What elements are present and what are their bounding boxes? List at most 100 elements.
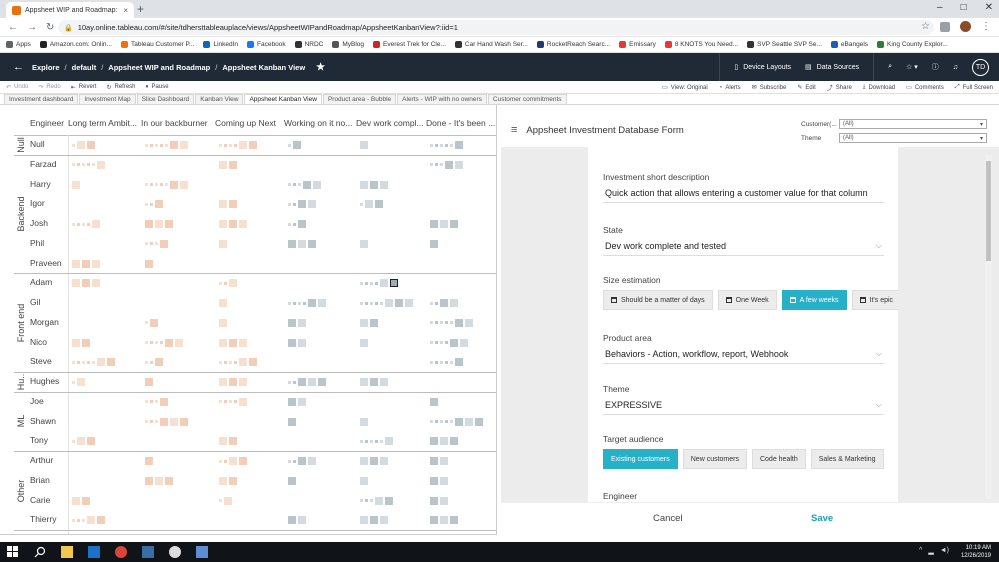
task-mark[interactable] <box>440 321 443 325</box>
task-mark[interactable] <box>87 141 95 149</box>
engineer-name[interactable]: Praveen <box>30 258 62 268</box>
engineer-name[interactable]: Josh <box>30 218 48 228</box>
task-mark[interactable] <box>445 160 453 169</box>
task-mark[interactable] <box>430 437 438 446</box>
kanban-cell[interactable] <box>288 378 326 386</box>
task-mark[interactable] <box>160 183 163 186</box>
kanban-cell[interactable] <box>72 516 105 525</box>
share-button[interactable]: ⤴ Share <box>827 83 852 93</box>
task-mark[interactable] <box>180 141 188 149</box>
task-mark[interactable] <box>440 516 448 525</box>
slack-icon[interactable] <box>169 546 181 558</box>
tableau-icon[interactable] <box>142 546 154 558</box>
bookmark-item[interactable]: SVP Seattle SVP Se... <box>747 41 822 48</box>
kanban-cell[interactable] <box>360 338 368 347</box>
task-mark[interactable] <box>360 301 363 305</box>
task-mark[interactable] <box>435 420 438 423</box>
bookmark-item[interactable]: Apps <box>6 41 31 48</box>
task-mark[interactable] <box>219 281 222 285</box>
kanban-column-header[interactable]: Working on it no... <box>284 118 352 128</box>
task-mark[interactable] <box>155 143 158 147</box>
save-button[interactable]: Save <box>811 513 833 524</box>
kanban-cell[interactable] <box>145 417 188 426</box>
kanban-column-header[interactable]: Done - It's been ... <box>426 118 495 128</box>
task-mark[interactable] <box>293 222 296 226</box>
help-icon[interactable]: ⓘ <box>932 62 939 72</box>
task-mark[interactable] <box>219 360 222 364</box>
task-mark[interactable] <box>229 160 237 169</box>
task-mark[interactable] <box>360 476 368 485</box>
task-mark[interactable] <box>380 439 383 443</box>
task-mark[interactable] <box>380 378 388 386</box>
task-mark[interactable] <box>440 299 448 307</box>
task-mark[interactable] <box>229 400 232 404</box>
engineer-name[interactable]: Adam <box>30 277 52 287</box>
task-mark[interactable] <box>430 341 433 344</box>
kanban-cell[interactable] <box>219 200 237 209</box>
task-mark[interactable] <box>239 457 247 465</box>
task-mark[interactable] <box>239 397 247 406</box>
task-mark[interactable] <box>229 437 237 446</box>
task-mark[interactable] <box>455 318 463 327</box>
task-mark[interactable] <box>82 496 90 505</box>
task-mark[interactable] <box>145 360 148 364</box>
engineer-name[interactable]: Igor <box>30 198 45 208</box>
task-mark[interactable] <box>370 318 378 327</box>
task-mark[interactable] <box>288 239 296 248</box>
engineer-name[interactable]: Phil <box>30 238 44 248</box>
task-mark[interactable] <box>430 301 433 305</box>
kanban-column-header[interactable]: Dev work compl... <box>356 118 424 128</box>
task-mark[interactable] <box>155 420 158 423</box>
task-mark[interactable] <box>460 338 468 347</box>
task-mark[interactable] <box>298 457 306 465</box>
kanban-cell[interactable] <box>145 200 163 209</box>
customer-filter-select[interactable]: (All) ▾ <box>839 119 987 129</box>
task-mark[interactable] <box>234 360 237 364</box>
task-mark[interactable] <box>440 457 448 465</box>
task-mark[interactable] <box>430 397 438 406</box>
subscribe-button[interactable]: ✉ Subscribe <box>752 84 787 92</box>
scrollbar-thumb[interactable] <box>986 161 991 261</box>
task-mark[interactable] <box>288 516 296 525</box>
task-mark[interactable] <box>370 301 373 305</box>
task-mark[interactable] <box>145 476 153 485</box>
task-mark[interactable] <box>360 378 368 386</box>
task-mark[interactable] <box>430 360 433 364</box>
task-mark[interactable] <box>92 220 100 228</box>
task-mark[interactable] <box>145 183 148 186</box>
task-mark[interactable] <box>219 220 227 228</box>
kanban-cell[interactable] <box>145 220 173 228</box>
kanban-column-header[interactable]: In our backburner <box>141 118 208 128</box>
task-mark[interactable] <box>440 163 443 167</box>
kanban-cell[interactable] <box>219 160 237 169</box>
task-mark[interactable] <box>450 299 458 307</box>
task-mark[interactable] <box>219 143 222 147</box>
kanban-cell[interactable] <box>430 299 458 307</box>
kanban-cell[interactable] <box>360 279 398 288</box>
kanban-cell[interactable] <box>430 457 448 465</box>
refresh-button[interactable]: ↻ Refresh <box>106 84 135 91</box>
breadcrumb-explore[interactable]: Explore <box>32 63 60 72</box>
task-mark[interactable] <box>455 417 463 426</box>
task-mark[interactable] <box>145 242 148 246</box>
kanban-cell[interactable] <box>430 160 463 169</box>
close-window-button[interactable]: ✕ <box>985 2 993 13</box>
task-mark[interactable] <box>450 220 458 228</box>
outlook-icon[interactable] <box>88 546 100 558</box>
sheet-tab[interactable]: Investment dashboard <box>4 94 79 104</box>
kanban-cell[interactable] <box>288 239 316 248</box>
kanban-cell[interactable] <box>145 318 158 327</box>
kanban-cell[interactable] <box>219 397 247 406</box>
kanban-cell[interactable] <box>288 299 326 307</box>
task-mark[interactable] <box>87 516 95 525</box>
kanban-cell[interactable] <box>360 141 368 149</box>
task-mark[interactable] <box>440 143 443 147</box>
task-mark[interactable] <box>360 202 363 206</box>
undo-button[interactable]: ↶ Undo <box>6 84 28 91</box>
task-mark[interactable] <box>219 378 227 386</box>
task-mark[interactable] <box>298 318 306 327</box>
redo-button[interactable]: ↷ Redo <box>38 84 60 91</box>
option-chip[interactable]: Code health <box>751 449 806 469</box>
task-mark[interactable] <box>145 220 153 228</box>
task-mark[interactable] <box>360 281 363 285</box>
